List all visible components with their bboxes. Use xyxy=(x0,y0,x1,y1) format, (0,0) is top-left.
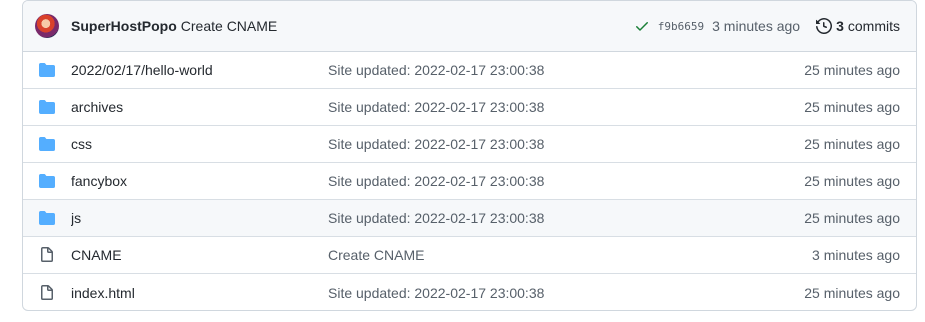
commit-count: 3 xyxy=(836,18,844,34)
file-browser: SuperHostPopo Create CNAME f9b6659 3 min… xyxy=(22,0,917,311)
folder-icon xyxy=(39,211,55,225)
file-icon xyxy=(41,247,53,262)
folder-icon xyxy=(39,137,55,151)
file-name-link[interactable]: fancybox xyxy=(71,173,328,189)
file-name-link[interactable]: CNAME xyxy=(71,247,328,263)
file-name-link[interactable]: archives xyxy=(71,99,328,115)
file-row[interactable]: index.html Site updated: 2022-02-17 23:00… xyxy=(23,274,916,310)
commit-history-link[interactable]: 3 commits xyxy=(816,18,900,34)
file-commit-age: 25 minutes ago xyxy=(804,210,900,226)
file-row[interactable]: archives Site updated: 2022-02-17 23:00:3… xyxy=(23,89,916,126)
file-commit-message-link[interactable]: Site updated: 2022-02-17 23:00:38 xyxy=(328,62,804,78)
folder-icon xyxy=(39,174,55,188)
file-name-link[interactable]: js xyxy=(71,210,328,226)
file-row[interactable]: CNAME Create CNAME 3 minutes ago xyxy=(23,237,916,274)
file-name-link[interactable]: css xyxy=(71,136,328,152)
file-row[interactable]: fancybox Site updated: 2022-02-17 23:00:3… xyxy=(23,163,916,200)
commit-sha-link[interactable]: f9b6659 xyxy=(658,20,704,33)
latest-commit-bar: SuperHostPopo Create CNAME f9b6659 3 min… xyxy=(23,1,916,52)
file-list: 2022/02/17/hello-world Site updated: 2022… xyxy=(23,52,916,310)
file-commit-message-link[interactable]: Create CNAME xyxy=(328,247,812,263)
file-commit-message-link[interactable]: Site updated: 2022-02-17 23:00:38 xyxy=(328,136,804,152)
author-avatar[interactable] xyxy=(35,14,59,38)
folder-icon xyxy=(39,63,55,77)
file-row[interactable]: 2022/02/17/hello-world Site updated: 2022… xyxy=(23,52,916,89)
history-icon xyxy=(816,18,833,34)
file-commit-message-link[interactable]: Site updated: 2022-02-17 23:00:38 xyxy=(328,99,804,115)
folder-icon xyxy=(39,100,55,114)
file-name-link[interactable]: 2022/02/17/hello-world xyxy=(71,62,328,78)
file-commit-age: 3 minutes ago xyxy=(812,247,900,263)
file-name-link[interactable]: index.html xyxy=(71,285,328,301)
commit-count-label: commits xyxy=(847,18,900,34)
commit-message-link[interactable]: Create CNAME xyxy=(181,18,277,34)
file-icon xyxy=(41,284,53,300)
commit-author-link[interactable]: SuperHostPopo xyxy=(71,18,177,34)
file-commit-age: 25 minutes ago xyxy=(804,173,900,189)
file-row[interactable]: css Site updated: 2022-02-17 23:00:38 25 m… xyxy=(23,126,916,163)
file-commit-age: 25 minutes ago xyxy=(804,62,900,78)
check-icon[interactable] xyxy=(634,18,650,34)
file-commit-message-link[interactable]: Site updated: 2022-02-17 23:00:38 xyxy=(328,210,804,226)
commit-time: 3 minutes ago xyxy=(712,18,801,34)
file-commit-message-link[interactable]: Site updated: 2022-02-17 23:00:38 xyxy=(328,285,804,301)
file-commit-age: 25 minutes ago xyxy=(804,136,900,152)
file-commit-message-link[interactable]: Site updated: 2022-02-17 23:00:38 xyxy=(328,173,804,189)
file-row[interactable]: js Site updated: 2022-02-17 23:00:38 25 mi… xyxy=(23,200,916,237)
file-commit-age: 25 minutes ago xyxy=(804,99,900,115)
file-commit-age: 25 minutes ago xyxy=(804,284,900,301)
